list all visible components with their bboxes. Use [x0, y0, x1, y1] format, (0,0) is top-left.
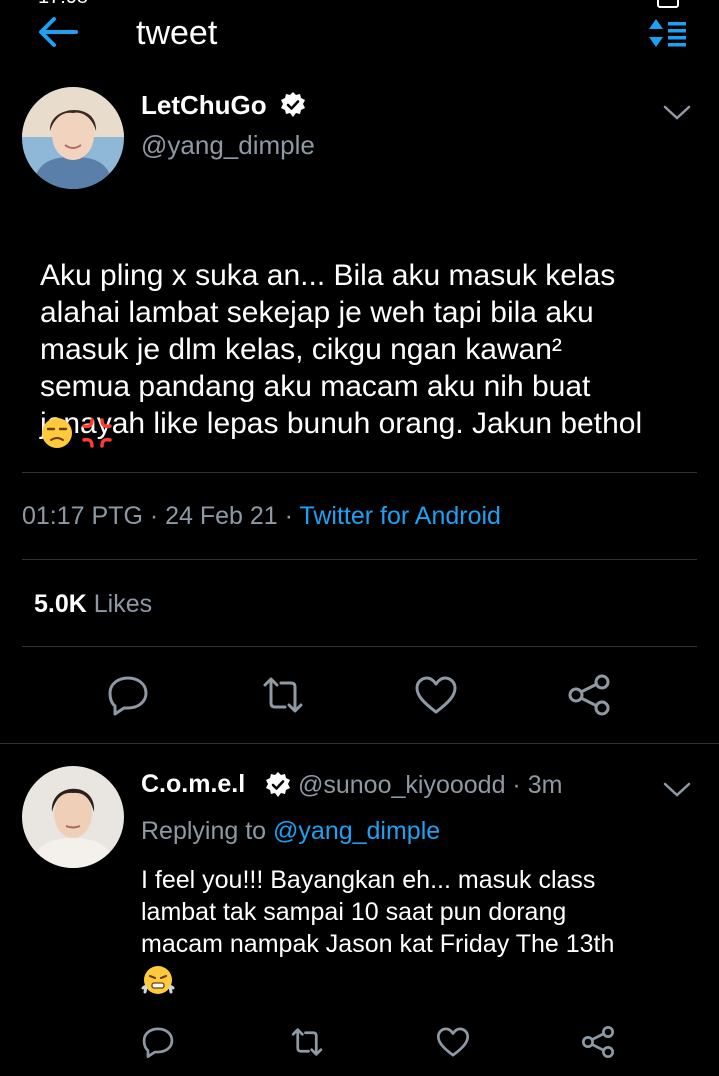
likes-label: Likes — [93, 590, 153, 618]
retweet-icon[interactable] — [290, 1025, 324, 1059]
tweet-meta: 01:17 PTG · 24 Feb 21 · Twitter for Andr… — [22, 502, 501, 530]
share-icon[interactable] — [581, 1025, 615, 1059]
author-name[interactable]: LetChuGo — [141, 90, 267, 121]
author-handle[interactable]: @yang_dimple — [141, 130, 315, 161]
author-avatar[interactable] — [22, 87, 124, 189]
tweet-date: 24 Feb 21 — [165, 502, 278, 530]
page-title: tweet — [136, 14, 218, 52]
replying-to-handle[interactable]: @yang_dimple — [273, 817, 440, 845]
likes-summary[interactable]: 5.0K Likes — [34, 590, 152, 619]
reply-text: I feel you!!! Bayangkan eh... masuk clas… — [141, 866, 615, 958]
anger-symbol-emoji — [82, 418, 112, 448]
verified-badge-icon — [281, 92, 305, 117]
status-time: 17:08 — [38, 0, 88, 9]
tweet-source-link[interactable]: Twitter for Android — [299, 502, 500, 530]
replying-to-label: Replying to — [141, 817, 267, 845]
reply-author-handle-time: @sunoo_kiyooodd · 3m — [298, 771, 563, 799]
likes-count: 5.0K — [34, 590, 87, 618]
chevron-down-icon[interactable] — [662, 104, 692, 122]
reply-author-name[interactable]: C.o.m.e.l — [141, 770, 245, 799]
tweet-text-body: Aku pling x suka an... Bila aku masuk ke… — [40, 259, 643, 440]
battery-icon — [657, 0, 679, 8]
like-icon[interactable] — [436, 1025, 470, 1059]
reply-author-handle[interactable]: @sunoo_kiyooodd — [298, 771, 505, 799]
back-arrow-icon[interactable] — [36, 14, 78, 50]
tweet-text: Aku pling x suka an... Bila aku masuk ke… — [40, 220, 690, 442]
replying-to: Replying to @yang_dimple — [141, 817, 440, 846]
reply-icon[interactable] — [141, 1025, 175, 1059]
reply-icon[interactable] — [106, 673, 150, 717]
like-icon[interactable] — [414, 673, 458, 717]
reply-time: 3m — [527, 771, 563, 799]
divider — [22, 646, 697, 647]
divider — [22, 472, 697, 473]
sort-filter-icon[interactable] — [646, 17, 690, 51]
reply-author-avatar[interactable] — [22, 766, 124, 868]
tweet-time: 01:17 PTG — [22, 502, 143, 530]
unamused-face-emoji — [42, 418, 72, 448]
divider — [22, 559, 697, 560]
share-icon[interactable] — [567, 673, 611, 717]
retweet-icon[interactable] — [261, 673, 305, 717]
divider — [0, 743, 719, 744]
chevron-down-icon[interactable] — [662, 781, 692, 799]
verified-badge-icon — [266, 772, 290, 797]
face-with-steam-emoji — [141, 966, 175, 994]
